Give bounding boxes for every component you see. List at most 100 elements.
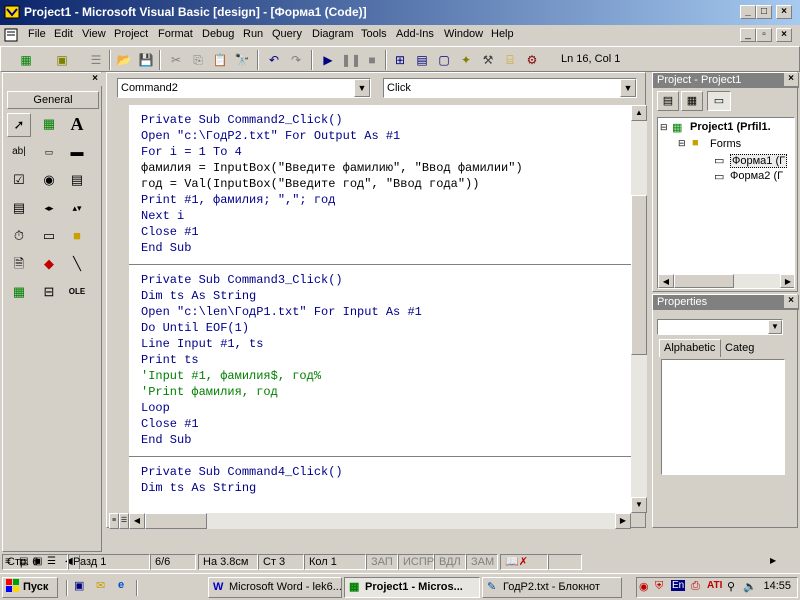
dirlistbox-tool-icon[interactable]: ■ bbox=[65, 225, 89, 249]
mdi-minimize-button[interactable]: _ bbox=[740, 28, 756, 42]
tree-hscrollbar[interactable]: ◀ ▶ bbox=[658, 274, 794, 288]
shape-tool-icon[interactable]: ◆ bbox=[37, 253, 61, 277]
paste-icon[interactable]: 📋 bbox=[211, 51, 229, 69]
run-icon[interactable]: ▶ bbox=[319, 51, 337, 69]
volume-icon[interactable]: 🔈 bbox=[743, 580, 757, 593]
tab-categorized[interactable]: Categ bbox=[723, 341, 767, 357]
tray-app-icon[interactable]: ◉ bbox=[639, 580, 649, 593]
chevron-down-icon[interactable]: ▼ bbox=[768, 320, 782, 334]
tree-item-form1[interactable]: Форма1 (Г bbox=[730, 154, 788, 168]
start-button[interactable]: Пуск bbox=[2, 577, 58, 598]
chevron-down-icon[interactable]: ▼ bbox=[354, 79, 370, 97]
find-icon[interactable]: 🔭 bbox=[233, 51, 251, 69]
procedure-combo[interactable]: Click ▼ bbox=[383, 78, 637, 98]
maximize-button[interactable]: □ bbox=[756, 5, 772, 19]
project-root[interactable]: Project1 (Prfil1. bbox=[690, 121, 771, 133]
object-browser-icon[interactable]: ✦ bbox=[457, 51, 475, 69]
scroll-down-icon[interactable]: ▼ bbox=[631, 497, 647, 513]
toolbox-icon[interactable]: ⚒ bbox=[479, 51, 497, 69]
undo-icon[interactable]: ↶ bbox=[265, 51, 283, 69]
task-vb[interactable]: ▦ Project1 - Micros... bbox=[344, 577, 480, 598]
menu-debug[interactable]: Debug bbox=[202, 28, 234, 40]
vscrollbar-tool-icon[interactable]: ▴▾ bbox=[65, 197, 89, 221]
mdi-doc-icon[interactable] bbox=[4, 28, 18, 45]
project-explorer-icon[interactable]: ⊞ bbox=[391, 51, 409, 69]
tray-language[interactable]: En bbox=[671, 580, 686, 591]
scroll-right-icon[interactable]: ▶ bbox=[766, 554, 782, 570]
menu-run[interactable]: Run bbox=[243, 28, 263, 40]
collapse-icon[interactable]: ⊟ bbox=[660, 122, 668, 133]
scroll-up-icon[interactable]: ▲ bbox=[631, 105, 647, 121]
clock[interactable]: 14:55 bbox=[763, 580, 791, 592]
menu-diagram[interactable]: Diagram bbox=[312, 28, 354, 40]
outlook-express-icon[interactable]: ✉ bbox=[96, 579, 105, 592]
menu-view[interactable]: View bbox=[82, 28, 106, 40]
line-tool-icon[interactable]: ╲ bbox=[65, 253, 89, 277]
picturebox-tool-icon[interactable]: ▦ bbox=[37, 113, 61, 137]
timer-tool-icon[interactable]: ⏱ bbox=[7, 225, 31, 249]
toolbox-tab-general[interactable]: General bbox=[7, 91, 99, 109]
component-manager-icon[interactable]: ⚙ bbox=[523, 51, 541, 69]
add-form-icon[interactable]: ▣ bbox=[53, 51, 71, 69]
menu-window[interactable]: Window bbox=[444, 28, 483, 40]
menu-addins[interactable]: Add-Ins bbox=[396, 28, 434, 40]
checkbox-tool-icon[interactable]: ☑ bbox=[7, 169, 31, 193]
vertical-scrollbar[interactable]: ▲ ▼ bbox=[631, 105, 647, 513]
pointer-tool-icon[interactable]: ➚ bbox=[7, 113, 31, 137]
hscrollbar-tool-icon[interactable]: ◂▸ bbox=[37, 197, 61, 221]
status-rec[interactable]: ЗАП bbox=[366, 554, 398, 570]
copy-icon[interactable]: ⎘ bbox=[189, 51, 207, 69]
pause-icon[interactable]: ❚❚ bbox=[341, 51, 361, 69]
tree-item-form2[interactable]: Форма2 (Г bbox=[730, 170, 783, 182]
tree-scroll-thumb[interactable] bbox=[674, 274, 734, 288]
mdi-close-button[interactable]: × bbox=[776, 28, 792, 42]
combobox-tool-icon[interactable]: ▤ bbox=[65, 169, 89, 193]
status-ext[interactable]: ВДЛ bbox=[434, 554, 466, 570]
object-selector[interactable]: ▼ bbox=[657, 319, 783, 335]
drivelistbox-tool-icon[interactable]: ▭ bbox=[37, 225, 61, 249]
scroll-left-icon[interactable]: ◀ bbox=[658, 274, 674, 288]
full-module-view-icon[interactable]: ☰ bbox=[119, 513, 129, 529]
textbox-tool-icon[interactable]: ab| bbox=[7, 141, 31, 165]
redo-icon[interactable]: ↷ bbox=[287, 51, 305, 69]
vb-app-icon[interactable] bbox=[4, 4, 20, 20]
right-dock-scrollbar[interactable] bbox=[784, 400, 798, 530]
code-editor[interactable]: Private Sub Command2_Click() Open "c:\Год… bbox=[129, 105, 631, 513]
view-code-icon[interactable]: ▤ bbox=[657, 91, 679, 111]
data-tool-icon[interactable]: ⊟ bbox=[37, 281, 61, 305]
menu-help[interactable]: Help bbox=[491, 28, 514, 40]
scroll-right-icon[interactable]: ▶ bbox=[615, 513, 631, 529]
tray-printer-icon[interactable]: ⎙ bbox=[691, 580, 700, 593]
project-close-button[interactable]: × bbox=[784, 73, 798, 86]
cut-icon[interactable]: ✂ bbox=[167, 51, 185, 69]
filelistbox-tool-icon[interactable]: 🗎 bbox=[7, 253, 31, 277]
optionbutton-tool-icon[interactable]: ◉ bbox=[37, 169, 61, 193]
data-view-icon[interactable]: ⌸ bbox=[501, 51, 519, 69]
object-combo[interactable]: Command2 ▼ bbox=[117, 78, 371, 98]
label-tool-icon[interactable]: A bbox=[65, 113, 89, 137]
collapse-icon[interactable]: ⊟ bbox=[678, 138, 686, 149]
ole-tool-icon[interactable]: OLE bbox=[65, 281, 89, 305]
minimize-button[interactable]: _ bbox=[740, 5, 756, 19]
properties-window-icon[interactable]: ▤ bbox=[413, 51, 431, 69]
status-ovr[interactable]: ЗАМ bbox=[466, 554, 498, 570]
view-object-icon[interactable]: ▦ bbox=[681, 91, 703, 111]
tab-alphabetic[interactable]: Alphabetic bbox=[659, 339, 721, 357]
task-notepad[interactable]: ✎ ГодР2.txt - Блокнот bbox=[482, 577, 622, 598]
procedure-view-icon[interactable]: ≡ bbox=[109, 513, 119, 529]
open-folder-icon[interactable]: 📂 bbox=[115, 51, 133, 69]
menu-file[interactable]: File bbox=[28, 28, 46, 40]
form-layout-icon[interactable]: ▢ bbox=[435, 51, 453, 69]
frame-tool-icon[interactable]: ▭ bbox=[37, 141, 61, 165]
listbox-tool-icon[interactable]: ▤ bbox=[7, 197, 31, 221]
internet-explorer-icon[interactable]: e bbox=[118, 579, 124, 591]
menu-editor-icon[interactable]: ☰ bbox=[87, 51, 105, 69]
menu-edit[interactable]: Edit bbox=[54, 28, 73, 40]
tray-ati-icon[interactable]: ATI bbox=[707, 580, 722, 591]
scroll-left-icon[interactable]: ◀ bbox=[129, 513, 145, 529]
save-icon[interactable]: 💾 bbox=[137, 51, 155, 69]
task-word[interactable]: W Microsoft Word - lek6... bbox=[208, 577, 342, 598]
stop-icon[interactable]: ■ bbox=[363, 51, 381, 69]
menu-query[interactable]: Query bbox=[272, 28, 302, 40]
show-desktop-icon[interactable]: ▣ bbox=[74, 579, 84, 592]
